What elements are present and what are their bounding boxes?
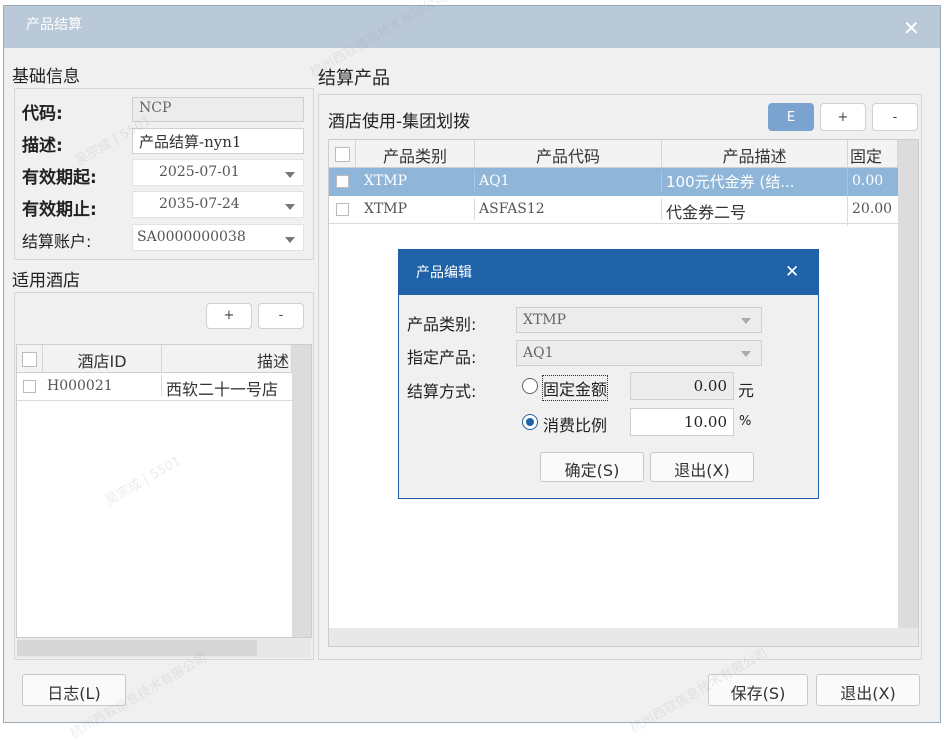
- dialog-category-select[interactable]: XTMP: [516, 307, 762, 333]
- fixed-cell: 20.00: [852, 201, 893, 217]
- table-row[interactable]: XTMP ASFAS12 代金券二号 20.00: [329, 196, 898, 226]
- code-field[interactable]: NCP: [132, 97, 304, 122]
- col-fixed[interactable]: 固定: [848, 140, 898, 168]
- fixed-amount-radio[interactable]: [522, 378, 538, 394]
- desc-cell: 100元代金券 (结...: [662, 168, 848, 195]
- hotel-id-cell: H000021: [43, 375, 162, 397]
- dialog-method-label: 结算方式:: [407, 382, 477, 401]
- account-label: 结算账户:: [22, 232, 92, 251]
- close-icon[interactable]: ✕: [785, 262, 799, 282]
- start-date-value: 2025-07-01: [159, 164, 240, 180]
- close-icon[interactable]: ✕: [903, 16, 920, 40]
- product-group-title: 酒店使用-集团划拨: [328, 112, 471, 132]
- chevron-down-icon: [285, 237, 295, 243]
- ratio-label[interactable]: 消费比例: [543, 412, 607, 436]
- dialog-product-label: 指定产品:: [407, 348, 477, 367]
- row-checkbox[interactable]: [23, 380, 36, 393]
- code-label: 代码:: [22, 104, 63, 124]
- ratio-input[interactable]: 10.00: [630, 408, 734, 436]
- table-row[interactable]: XTMP AQ1 100元代金券 (结... 0.00: [329, 168, 898, 196]
- edit-button[interactable]: E: [768, 103, 814, 131]
- account-select[interactable]: SA0000000038: [132, 224, 304, 251]
- hotels-scroll-thumb[interactable]: [17, 640, 257, 656]
- chevron-down-icon: [285, 172, 295, 178]
- row-checkbox[interactable]: [336, 175, 349, 188]
- hotel-desc-cell: 西软二十一号店: [166, 380, 279, 399]
- start-date-label: 有效期起:: [22, 168, 97, 188]
- basic-info-title: 基础信息: [12, 67, 80, 87]
- end-date-value: 2035-07-24: [159, 196, 240, 212]
- remove-product-button[interactable]: -: [872, 103, 918, 131]
- dialog-category-label: 产品类别:: [407, 315, 477, 334]
- window-title: 产品结算: [26, 17, 82, 33]
- chevron-down-icon: [285, 204, 295, 210]
- dialog-product-select[interactable]: AQ1: [516, 340, 762, 366]
- col-category[interactable]: 产品类别: [356, 140, 475, 168]
- hotels-col-desc[interactable]: 描述: [162, 345, 292, 373]
- ratio-unit: %: [739, 414, 752, 429]
- desc-cell: 代金券二号: [662, 196, 848, 226]
- dialog-exit-button[interactable]: 退出(X): [650, 452, 754, 482]
- dialog-product-value: AQ1: [523, 345, 554, 361]
- fixed-amount-input[interactable]: 0.00: [630, 372, 734, 400]
- chevron-down-icon: [741, 318, 751, 324]
- exit-button[interactable]: 退出(X): [816, 674, 920, 706]
- end-date-label: 有效期止:: [22, 200, 97, 220]
- products-vertical-scrollbar[interactable]: [898, 140, 918, 628]
- col-desc[interactable]: 产品描述: [662, 140, 848, 168]
- ok-button[interactable]: 确定(S): [540, 452, 644, 482]
- select-all-checkbox[interactable]: [334, 147, 350, 162]
- remove-hotel-button[interactable]: -: [258, 303, 304, 329]
- start-date-picker[interactable]: 2025-07-01: [132, 159, 304, 186]
- ratio-radio[interactable]: [522, 414, 538, 430]
- hotels-vertical-scrollbar[interactable]: [292, 345, 311, 637]
- add-hotel-button[interactable]: +: [206, 303, 252, 329]
- title-bar: [4, 6, 940, 48]
- code-cell: ASFAS12: [475, 198, 662, 220]
- fixed-amount-unit: 元: [738, 381, 755, 400]
- add-product-button[interactable]: +: [820, 103, 866, 131]
- category-cell: XTMP: [360, 198, 475, 220]
- products-header-check: [329, 140, 356, 168]
- hotels-title: 适用酒店: [12, 271, 80, 291]
- code-cell: AQ1: [475, 170, 662, 192]
- desc-field[interactable]: 产品结算-nyn1: [132, 128, 304, 154]
- account-value: SA0000000038: [137, 229, 246, 245]
- products-horizontal-scrollbar[interactable]: [329, 628, 918, 646]
- category-cell: XTMP: [360, 170, 475, 192]
- select-all-checkbox[interactable]: [22, 352, 37, 367]
- chevron-down-icon: [741, 351, 751, 357]
- fixed-amount-label[interactable]: 固定金额: [541, 375, 609, 401]
- desc-label: 描述:: [22, 136, 63, 156]
- dialog-title: 产品编辑: [416, 265, 472, 281]
- table-row[interactable]: H000021 西软二十一号店: [17, 373, 292, 401]
- dialog-category-value: XTMP: [523, 312, 567, 328]
- row-checkbox[interactable]: [336, 203, 349, 216]
- col-code[interactable]: 产品代码: [475, 140, 662, 168]
- fixed-cell: 0.00: [852, 173, 884, 189]
- end-date-picker[interactable]: 2035-07-24: [132, 191, 304, 218]
- hotels-col-id[interactable]: 酒店ID: [43, 345, 162, 373]
- hotels-header-check: [17, 345, 43, 373]
